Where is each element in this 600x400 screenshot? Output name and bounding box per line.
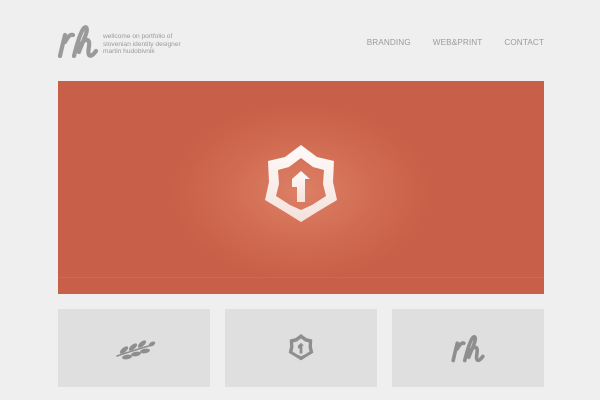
site-tagline: wellcome on portfolio of slovenian ident… bbox=[103, 33, 223, 56]
rh-monogram-icon bbox=[451, 335, 485, 363]
shield-arrow-emblem-icon bbox=[288, 334, 314, 361]
nav-item-web-print[interactable]: WEB&PRINT bbox=[433, 38, 483, 47]
tagline-line: wellcome on portfolio of bbox=[103, 33, 173, 40]
tagline-line: martin hudobivnik bbox=[103, 48, 155, 56]
main-nav: BRANDING WEB&PRINT CONTACT bbox=[367, 38, 544, 47]
nav-item-contact[interactable]: CONTACT bbox=[504, 38, 544, 47]
laurel-branch-icon bbox=[116, 340, 156, 360]
tagline-line: slovenian identity designer bbox=[103, 40, 181, 48]
nav-item-branding[interactable]: BRANDING bbox=[367, 38, 411, 47]
portfolio-page: wellcome on portfolio of slovenian ident… bbox=[0, 0, 600, 400]
portfolio-thumbnail[interactable] bbox=[225, 309, 377, 387]
shield-arrow-emblem-icon bbox=[265, 145, 337, 222]
hero-banner[interactable] bbox=[58, 81, 544, 294]
hero-divider bbox=[58, 277, 544, 278]
portfolio-thumbnail[interactable] bbox=[58, 309, 210, 387]
rh-logo-icon[interactable] bbox=[57, 25, 99, 59]
portfolio-thumbnail[interactable] bbox=[392, 309, 544, 387]
